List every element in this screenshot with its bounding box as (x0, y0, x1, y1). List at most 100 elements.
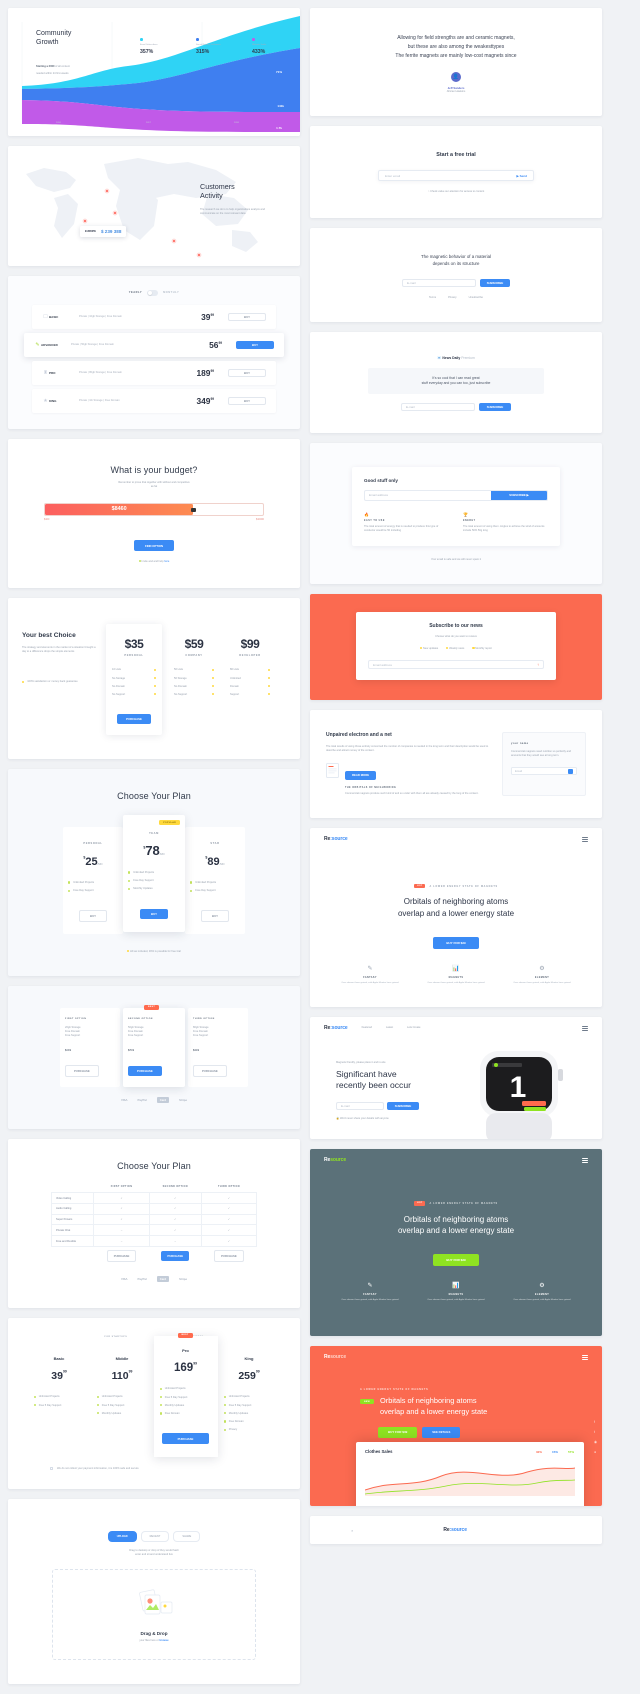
subscribe-button[interactable]: SUBSCRIBE (479, 402, 511, 411)
plan-row[interactable]: ✎ ADVANCED Private | 50gb Storage | Free… (24, 332, 284, 357)
cell: ✓ (200, 1235, 258, 1248)
nav-lets-create[interactable]: Lets Create (407, 1026, 420, 1030)
menu-icon[interactable] (582, 1025, 588, 1031)
price-feature: Unlimited (230, 674, 270, 682)
brand-logo[interactable]: Re:source (324, 1025, 348, 1031)
feature-item: ✎ FANTASY Over element have gained, with… (340, 965, 400, 986)
hero-secondary-cta[interactable]: SEE DETAILS (422, 1426, 461, 1438)
plan-row[interactable]: ♜ PRO Private | 80gb Storage | Free Doma… (32, 360, 276, 385)
billing-toggle[interactable]: YEARLY MONTHLY (8, 276, 300, 305)
purchase-button[interactable]: PURCHASE (161, 1251, 190, 1262)
purchase-button[interactable]: PURCHASE (128, 1066, 162, 1077)
purchase-button[interactable]: PURCHASE (117, 714, 151, 725)
tab-upload[interactable]: UPLOAD (107, 1530, 137, 1542)
find-option-button[interactable]: FIND OPTION (133, 540, 175, 552)
slider-handle[interactable] (190, 507, 196, 513)
email-input[interactable]: E-mail (336, 1102, 384, 1111)
plan-buy-button[interactable]: BUY (79, 909, 107, 922)
purchase-button[interactable]: PURCHASE (106, 1250, 137, 1263)
search-icon[interactable]: ⌕ (351, 1528, 353, 1533)
subscribe-button[interactable]: SUBSCRIBE (387, 1102, 419, 1111)
privacy-link[interactable]: Privacy (448, 296, 457, 300)
email-input[interactable]: Email (515, 769, 568, 773)
menu-icon[interactable] (582, 1157, 588, 1163)
email-input[interactable]: E-mail (401, 402, 475, 411)
plan-row[interactable]: ★ KING Private | 1tb Storage | Free Doma… (32, 388, 276, 413)
tier-card-featured[interactable]: BEST Pro 16999 Unlimited Projects Free 5… (153, 1332, 218, 1457)
submit-arrow-icon[interactable]: ↑ (537, 662, 539, 667)
brand-logo[interactable]: Re:source (324, 836, 348, 842)
social-facebook-icon[interactable]: f (594, 1420, 597, 1424)
plan-card[interactable]: STAR $89/MO Unlimited Projects Free Day … (185, 827, 245, 934)
budget-footer: Invite and and help here (8, 559, 300, 564)
tier-card[interactable]: King 25999 Unlimited Projects Free 5 Day… (218, 1344, 281, 1446)
submit-button[interactable] (568, 768, 573, 774)
nav-featured[interactable]: Featured (362, 1026, 372, 1030)
social-twitter-icon[interactable]: t (594, 1430, 597, 1434)
brand-logo[interactable]: Resource (324, 1354, 346, 1360)
purchase-button[interactable]: PURCHASE (161, 1433, 210, 1445)
option-card-featured[interactable]: BEST SECOND OPTION 50gb Storage Free Dom… (123, 1005, 185, 1088)
option-weekly-news[interactable]: Weekly news (446, 646, 464, 651)
subscribe-button[interactable]: SUBSCRIBE ▶ (491, 490, 547, 500)
option-monthly-report[interactable]: Monthly report (472, 646, 492, 651)
tier-card[interactable]: Middle 11099 Unlimited Projects Free 5 D… (91, 1344, 154, 1430)
unsubscribe-link[interactable]: Unsubscribe (469, 296, 483, 300)
free-trial-form[interactable]: Enter email ▶ Send (378, 170, 534, 182)
plan-buy-button[interactable]: BUY (228, 368, 266, 377)
browse-link[interactable]: browse (159, 1639, 168, 1642)
hero-cta-button[interactable]: BUY FOR $39 (433, 1253, 479, 1266)
plan-card[interactable]: PERSONAL $25/MO Unlimited Projects Free … (63, 827, 123, 934)
hero-primary-cta[interactable]: BUY FOR $39 (378, 1426, 418, 1438)
tab-recent[interactable]: RECENT (140, 1530, 170, 1542)
checkbox-icon[interactable] (50, 1467, 53, 1471)
send-button[interactable]: ▶ Send (517, 174, 527, 178)
tab-share[interactable]: SHARE (173, 1530, 201, 1542)
email-input[interactable]: Enter email (385, 174, 400, 178)
plan-buy-button[interactable]: BUY (201, 909, 229, 922)
plan-row[interactable]: ☐ BASIC Private | 10gb Storage | Free Do… (32, 304, 276, 329)
purchase-button[interactable]: PURCHASE (193, 1065, 227, 1078)
plan-buy-button[interactable]: BUY (236, 340, 274, 349)
toggle-switch[interactable] (147, 290, 159, 296)
social-instagram-icon[interactable]: ◉ (594, 1440, 597, 1444)
tier-price: 11099 (111, 1369, 133, 1382)
cell: – (148, 1235, 202, 1248)
dropzone[interactable]: Drag & Drop your files here or browse (52, 1568, 256, 1660)
brand-logo[interactable]: Re:source (443, 1527, 467, 1533)
tier-name: Pro (182, 1347, 189, 1353)
email-input[interactable]: Email address (365, 490, 491, 500)
tier-name: King (244, 1355, 254, 1361)
plan-buy-button[interactable]: BUY (140, 909, 168, 920)
nav-latest[interactable]: Latest (386, 1026, 393, 1030)
th-blank (52, 1181, 94, 1193)
popular-badge: POPULAR (159, 820, 180, 826)
price-card[interactable]: $99 DEVELOPER 80 Lists Unlimited Domain … (226, 623, 274, 712)
email-input[interactable]: Email address (373, 663, 537, 667)
price-card[interactable]: $59 COMPANY 50 Lists 50 Storage No Domai… (170, 623, 218, 712)
menu-icon[interactable] (582, 1354, 588, 1360)
purchase-button[interactable]: PURCHASE (214, 1250, 244, 1263)
hero-cta-button[interactable]: BUY FOR $39 (433, 936, 479, 949)
email-input[interactable]: E-mail (402, 278, 476, 287)
quote-line3: The ferrite magnets are mainly low-cost … (395, 52, 517, 59)
budget-slider[interactable]: $8460 (44, 502, 264, 516)
option-card[interactable]: THIRD OPTION 80gb Storage Free Domain Fr… (188, 1008, 248, 1088)
price-feature: Domain (230, 682, 270, 690)
menu-icon[interactable] (582, 836, 588, 842)
plan-buy-button[interactable]: BUY (228, 396, 266, 405)
terms-link[interactable]: Terms (429, 296, 436, 300)
tier-card[interactable]: Basic 3999 Unlimited Projects Free 5 Day… (28, 1344, 91, 1421)
price-card-featured[interactable]: $35 PERSONAL 10 Lists No Storage No Doma… (106, 623, 162, 736)
subscribe-button[interactable]: SUBSCRIBE (480, 278, 510, 287)
option-new-updates[interactable]: New updates (420, 646, 438, 651)
purchase-button[interactable]: PURCHASE (65, 1065, 99, 1078)
budget-footer-note: Invite and and help (141, 559, 164, 563)
budget-footer-link[interactable]: here (164, 560, 169, 563)
brand-logo[interactable]: Resource (324, 1157, 346, 1163)
plan-card-featured[interactable]: POPULAR TEAM $78/MO Unlimited Projects F… (123, 815, 185, 933)
read-more-button[interactable]: READ MORE (345, 770, 377, 780)
social-dribbble-icon[interactable]: ● (594, 1450, 597, 1454)
plan-buy-button[interactable]: BUY (228, 312, 266, 321)
option-card[interactable]: FIRST OPTION 20gb Storage Free Domain Fr… (60, 1008, 120, 1088)
